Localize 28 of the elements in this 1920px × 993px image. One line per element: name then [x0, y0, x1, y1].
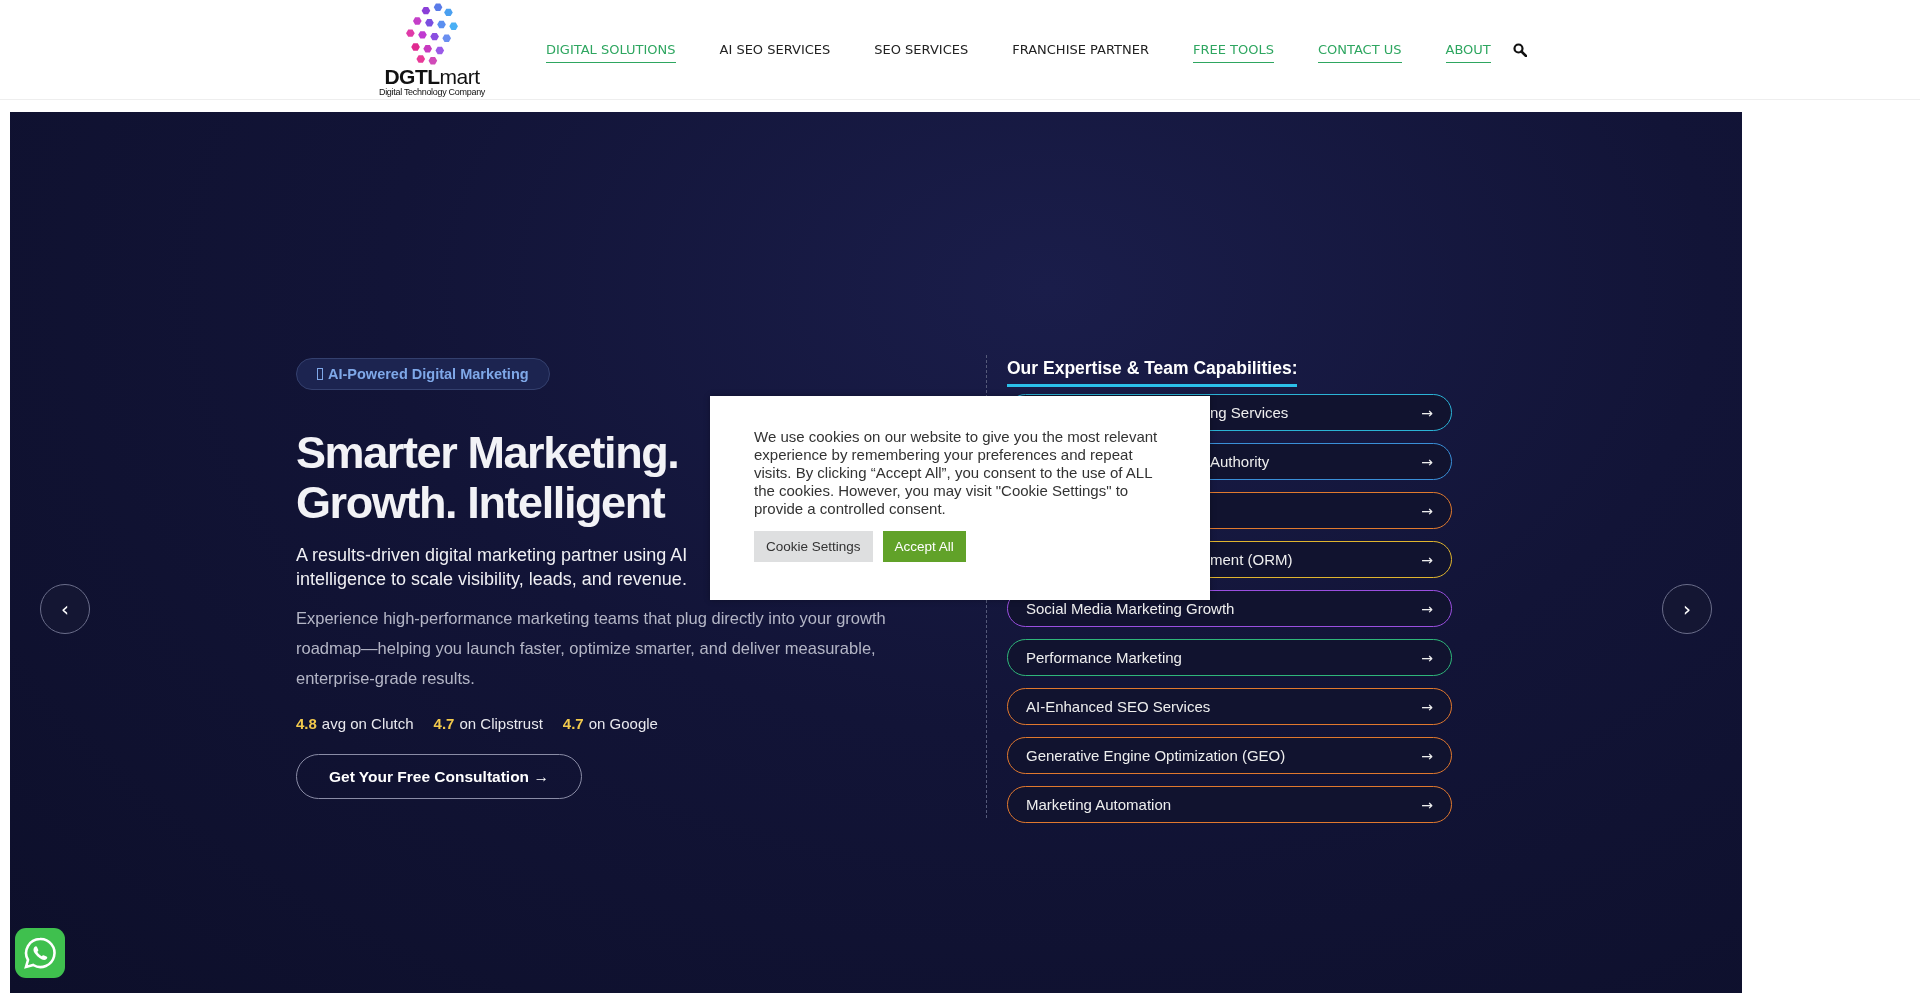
service-link[interactable]: Performance Marketing → [1007, 639, 1452, 676]
previous-slide-button[interactable]: ‹ [40, 584, 90, 634]
hero-subtitle: intelligence to scale visibility, leads, and revenue. [296, 568, 688, 591]
cookie-settings-button[interactable]: Cookie Settings [754, 531, 873, 562]
missing-glyph-icon [317, 368, 323, 380]
rating-score: 4.8 [296, 715, 317, 732]
hero-description: Experience high-performance marketing teams that plug directly into your growth roadmap—helping you launch faster, optimize smarter, and deliver measurable, enterprise-grade results. [296, 608, 887, 689]
rating-source: on Google [588, 715, 658, 732]
rating-source: avg on Clutch [321, 715, 414, 732]
search-icon[interactable] [1512, 42, 1527, 57]
whatsapp-icon[interactable] [15, 928, 65, 978]
badge-text: AI-Powered Digital Marketing [328, 366, 529, 382]
expertise-heading: Our Expertise & Team Capabilities: [1007, 358, 1298, 387]
rating-source: on Clipstrust [459, 715, 543, 732]
nav-link[interactable]: SEO SERVICES [874, 36, 969, 63]
service-link[interactable]: Generative Engine Optimization (GEO) → [1007, 737, 1452, 774]
logo-tagline: Digital Technology Company [378, 86, 486, 98]
logo-wordmark: DGTLmart [384, 65, 480, 87]
rating-score: 4.7 [562, 715, 584, 732]
hero-headline: Smarter Marketing. [296, 428, 679, 478]
rating-score: 4.7 [433, 715, 455, 732]
hero-headline: Growth. Intelligent [296, 478, 666, 528]
next-slide-button[interactable]: › [1662, 584, 1712, 634]
nav-link[interactable]: FRANCHISE PARTNER [1012, 36, 1149, 63]
hero-subtitle: A results-driven digital marketing partner using AI [296, 544, 688, 567]
service-link[interactable]: AI-Enhanced SEO Services → [1007, 688, 1452, 725]
nav-link[interactable]: AI SEO SERVICES [719, 36, 831, 63]
service-link[interactable]: Marketing Automation → [1007, 786, 1452, 823]
